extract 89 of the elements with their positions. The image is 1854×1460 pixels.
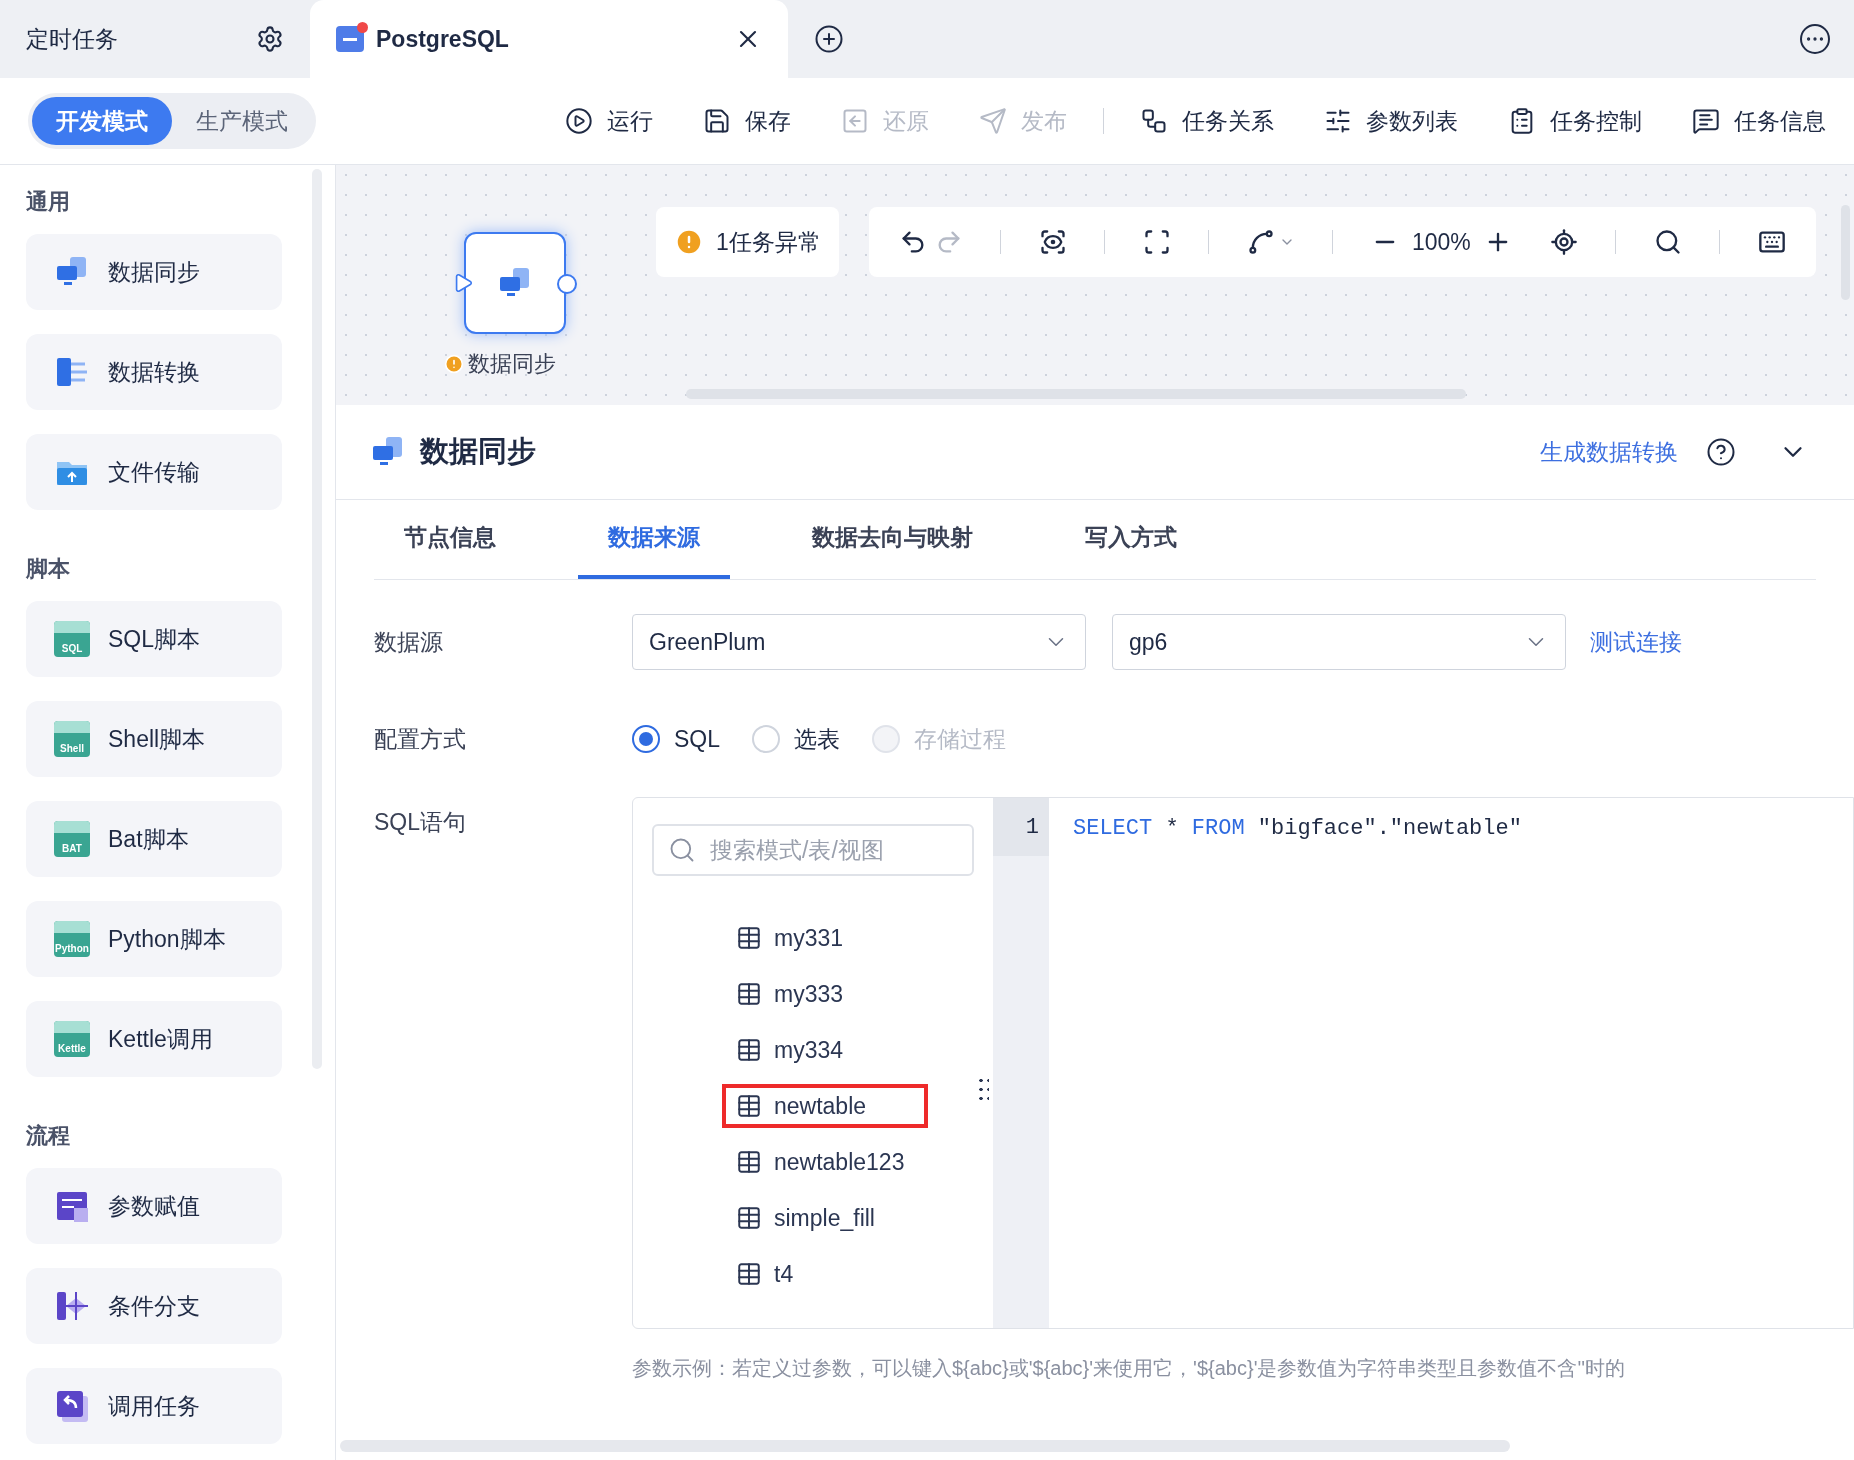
- script-file-icon: Python: [54, 921, 90, 957]
- fit-view-icon[interactable]: [1142, 228, 1171, 256]
- table-icon: [736, 1149, 762, 1175]
- datasource-type-select[interactable]: GreenPlum: [632, 614, 1086, 670]
- toolbar-button[interactable]: 任务控制: [1508, 103, 1642, 139]
- window-tab[interactable]: PostgreSQL: [310, 0, 788, 78]
- script-file-icon: BAT: [54, 821, 90, 857]
- script-file-icon: Shell: [54, 721, 90, 757]
- settings-icon[interactable]: [256, 25, 284, 53]
- section-heading: 流程: [26, 1122, 71, 1150]
- generate-link[interactable]: 生成数据转换: [1540, 434, 1678, 470]
- play-icon: [565, 107, 593, 135]
- table-item[interactable]: my333: [722, 972, 868, 1016]
- tab-label: PostgreSQL: [376, 24, 509, 54]
- mode-button[interactable]: 生产模式: [172, 97, 312, 145]
- more-icon[interactable]: [1800, 24, 1830, 54]
- message-icon: [1692, 107, 1720, 135]
- sidebar-item[interactable]: 参数赋值: [26, 1168, 282, 1244]
- table-icon: [736, 1093, 762, 1119]
- section-heading: 通用: [26, 188, 71, 216]
- eye-icon[interactable]: [1038, 228, 1067, 256]
- field-label: 配置方式: [374, 724, 467, 754]
- table-icon: [736, 925, 762, 951]
- output-port[interactable]: [557, 274, 577, 294]
- sidebar-item[interactable]: 条件分支: [26, 1268, 282, 1344]
- radio-option[interactable]: SQL: [632, 721, 721, 757]
- table-item[interactable]: my331: [722, 916, 868, 960]
- sidebar-item[interactable]: 数据同步: [26, 234, 282, 310]
- sidebar-item[interactable]: SQL SQL脚本: [26, 601, 282, 677]
- table-icon: [736, 1037, 762, 1063]
- help-icon[interactable]: [1706, 437, 1736, 467]
- table-icon: [736, 1261, 762, 1287]
- panel-tab[interactable]: 写入方式: [1055, 500, 1207, 579]
- search-icon: [668, 836, 696, 864]
- search-field[interactable]: 搜索模式/表/视图: [652, 824, 974, 876]
- sidebar-item[interactable]: 文件传输: [26, 434, 282, 510]
- field-label: 数据源: [374, 627, 444, 657]
- window-tab[interactable]: 定时任务: [0, 0, 310, 78]
- flow-icon: [1140, 107, 1168, 135]
- save-icon: [703, 107, 731, 135]
- return-icon: [54, 1388, 90, 1424]
- table-item[interactable]: newtable: [722, 1084, 928, 1128]
- table-item[interactable]: t4: [722, 1252, 818, 1296]
- table-item[interactable]: newtable123: [722, 1140, 929, 1184]
- field-label: SQL语句: [374, 808, 468, 837]
- panel-title: 数据同步: [420, 434, 536, 470]
- mode-button[interactable]: 开发模式: [32, 97, 172, 145]
- line-number: 1: [993, 798, 1049, 856]
- hint-text: 参数示例：若定义过参数，可以键入${abc}或'${abc}'来使用它，'${abc}'是参数值为字符串类型且参数值不含''时的: [632, 1357, 1626, 1379]
- script-file-icon: Kettle: [54, 1021, 90, 1057]
- add-tab-icon[interactable]: [814, 24, 844, 54]
- zoom-level: 100%: [1412, 227, 1471, 257]
- search-icon[interactable]: [1653, 228, 1682, 256]
- panel-tab[interactable]: 数据去向与映射: [782, 500, 1003, 579]
- toolbar-button[interactable]: 任务关系: [1140, 103, 1274, 139]
- datasource-select[interactable]: gp6: [1112, 614, 1566, 670]
- sidebar-item[interactable]: BAT Bat脚本: [26, 801, 282, 877]
- toolbar-button[interactable]: 参数列表: [1324, 103, 1458, 139]
- warning-icon: [674, 227, 704, 257]
- sidebar-item[interactable]: Kettle Kettle调用: [26, 1001, 282, 1077]
- sliders-icon: [1324, 107, 1352, 135]
- section-heading: 脚本: [26, 555, 71, 583]
- script-file-icon: SQL: [54, 621, 90, 657]
- alert-card[interactable]: 1任务异常: [656, 207, 839, 277]
- table-item[interactable]: my334: [722, 1028, 868, 1072]
- sidebar-item[interactable]: 调用任务: [26, 1368, 282, 1444]
- test-connection-link[interactable]: 测试连接: [1590, 624, 1682, 660]
- code-line: SELECT * FROM "bigface"."newtable": [1073, 815, 1523, 843]
- table-icon: [736, 1205, 762, 1231]
- task-node[interactable]: [464, 232, 566, 334]
- panel-tab[interactable]: 节点信息: [374, 500, 526, 579]
- node-label: 数据同步: [468, 350, 556, 378]
- send-icon: [979, 107, 1007, 135]
- restore-icon: [841, 107, 869, 135]
- radio-option[interactable]: 选表: [752, 721, 841, 757]
- locate-icon[interactable]: [1549, 228, 1578, 256]
- toolbar-button[interactable]: 运行: [565, 103, 653, 139]
- sidebar-item[interactable]: Shell Shell脚本: [26, 701, 282, 777]
- tab-label: 定时任务: [26, 24, 118, 54]
- table-icon: [736, 981, 762, 1007]
- sidebar-item[interactable]: Python Python脚本: [26, 901, 282, 977]
- radio-button[interactable]: [632, 725, 660, 753]
- toolbar-button[interactable]: 保存: [703, 103, 791, 139]
- sidebar-item[interactable]: 数据转换: [26, 334, 282, 410]
- table-item[interactable]: simple_fill: [722, 1196, 899, 1240]
- toolbar-button[interactable]: 任务信息: [1692, 103, 1826, 139]
- panel-tab[interactable]: 数据来源: [578, 500, 730, 579]
- scrollbar-thumb[interactable]: [340, 1440, 1510, 1452]
- scrollbar-thumb[interactable]: [686, 389, 1466, 399]
